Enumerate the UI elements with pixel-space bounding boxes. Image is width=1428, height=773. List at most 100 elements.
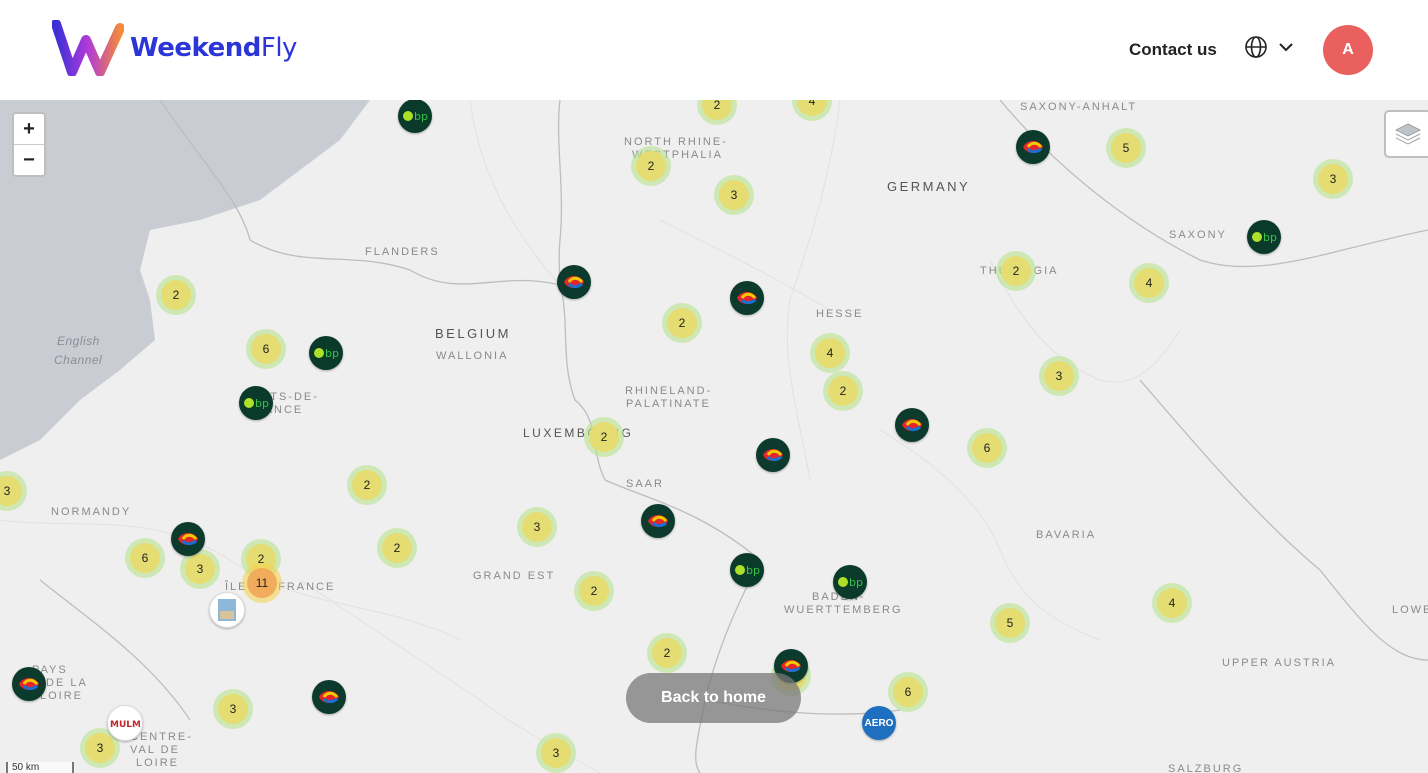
place-label: UPPER AUSTRIA bbox=[1222, 657, 1337, 669]
marker-cluster[interactable]: 2 bbox=[662, 303, 702, 343]
airport-photo-icon bbox=[218, 599, 236, 621]
svg-text:bp: bp bbox=[849, 576, 863, 589]
place-label: English bbox=[57, 334, 100, 348]
totalenergies-station-marker[interactable] bbox=[895, 408, 929, 442]
marker-cluster[interactable]: 4 bbox=[1152, 583, 1192, 623]
place-label: LOIRE bbox=[136, 757, 180, 769]
marker-cluster[interactable]: 6 bbox=[967, 428, 1007, 468]
place-label: NORMANDY bbox=[51, 506, 132, 518]
place-label: SALZBURG bbox=[1168, 763, 1244, 773]
bp-station-marker[interactable]: bp bbox=[239, 386, 273, 420]
place-label: SAAR bbox=[626, 478, 664, 490]
svg-text:bp: bp bbox=[414, 110, 428, 123]
place-label: GRAND EST bbox=[473, 570, 556, 582]
marker-cluster[interactable]: 2 bbox=[574, 571, 614, 611]
place-label: PALATINATE bbox=[626, 398, 711, 410]
marker-cluster[interactable]: 2 bbox=[347, 465, 387, 505]
bp-logo-icon: bp bbox=[244, 397, 269, 410]
language-selector[interactable] bbox=[1244, 35, 1294, 59]
place-label: GERMANY bbox=[887, 179, 971, 194]
bp-station-marker[interactable]: bp bbox=[1247, 220, 1281, 254]
marker-cluster-large[interactable]: 11 bbox=[242, 563, 282, 603]
marker-cluster[interactable]: 2 bbox=[156, 275, 196, 315]
totalenergies-station-marker[interactable] bbox=[12, 667, 46, 701]
svg-text:bp: bp bbox=[746, 564, 760, 577]
marker-cluster[interactable]: 4 bbox=[810, 333, 850, 373]
marker-cluster[interactable]: 5 bbox=[990, 603, 1030, 643]
bp-station-marker[interactable]: bp bbox=[730, 553, 764, 587]
place-label: DE LA bbox=[46, 677, 88, 689]
svg-text:bp: bp bbox=[325, 347, 339, 360]
chevron-down-icon bbox=[1279, 43, 1293, 52]
svg-text:bp: bp bbox=[255, 397, 269, 410]
globe-icon bbox=[1245, 36, 1267, 58]
zoom-control: + − bbox=[12, 112, 46, 177]
totalenergies-station-marker[interactable] bbox=[557, 265, 591, 299]
back-to-home-button[interactable]: Back to home bbox=[626, 673, 801, 723]
marker-cluster[interactable]: 6 bbox=[246, 329, 286, 369]
layers-control-button[interactable] bbox=[1384, 110, 1428, 158]
aero-marker[interactable]: AERO bbox=[862, 706, 896, 740]
totalenergies-station-marker[interactable] bbox=[171, 522, 205, 556]
totalenergies-logo-icon bbox=[564, 276, 584, 289]
contact-us-link[interactable]: Contact us bbox=[1129, 40, 1217, 60]
totalenergies-logo-icon bbox=[178, 533, 198, 546]
place-label: LOWE bbox=[1392, 604, 1428, 616]
place-label: BELGIUM bbox=[435, 326, 512, 341]
zoom-out-button[interactable]: − bbox=[14, 145, 44, 175]
place-label: WUERTTEMBERG bbox=[784, 604, 903, 616]
mulm-logo-icon: MULM bbox=[110, 720, 140, 730]
totalenergies-station-marker[interactable] bbox=[756, 438, 790, 472]
place-label: SAXONY bbox=[1169, 229, 1227, 241]
marker-cluster[interactable]: 6 bbox=[888, 672, 928, 712]
marker-cluster[interactable]: 2 bbox=[647, 633, 687, 673]
user-avatar[interactable]: A bbox=[1323, 25, 1373, 75]
zoom-in-button[interactable]: + bbox=[14, 114, 44, 145]
totalenergies-logo-icon bbox=[648, 515, 668, 528]
marker-cluster[interactable]: 3 bbox=[517, 507, 557, 547]
logo-text: WeekendFly bbox=[130, 33, 297, 63]
place-label: Channel bbox=[54, 353, 103, 367]
marker-cluster[interactable]: 3 bbox=[536, 733, 576, 773]
totalenergies-station-marker[interactable] bbox=[730, 281, 764, 315]
marker-cluster[interactable]: 2 bbox=[377, 528, 417, 568]
totalenergies-logo-icon bbox=[1023, 141, 1043, 154]
marker-cluster[interactable]: 2 bbox=[823, 371, 863, 411]
svg-text:bp: bp bbox=[1263, 231, 1277, 244]
totalenergies-logo-icon bbox=[763, 449, 783, 462]
place-label: FLANDERS bbox=[365, 246, 440, 258]
bp-station-marker[interactable]: bp bbox=[398, 100, 432, 133]
marker-cluster[interactable]: 6 bbox=[125, 538, 165, 578]
bp-station-marker[interactable]: bp bbox=[309, 336, 343, 370]
top-navbar: WeekendFly Contact us A bbox=[0, 0, 1428, 100]
bp-logo-icon: bp bbox=[314, 347, 339, 360]
marker-cluster[interactable]: 5 bbox=[1106, 128, 1146, 168]
place-label: VAL DE bbox=[130, 744, 180, 756]
aero-logo-icon: AERO bbox=[864, 717, 894, 729]
place-label: SAXONY-ANHALT bbox=[1020, 101, 1138, 113]
place-label: WALLONIA bbox=[436, 350, 509, 362]
totalenergies-station-marker[interactable] bbox=[1016, 130, 1050, 164]
svg-text:MULM: MULM bbox=[110, 720, 140, 730]
marker-cluster[interactable]: 3 bbox=[1039, 356, 1079, 396]
marker-cluster[interactable]: 3 bbox=[714, 175, 754, 215]
mulm-marker[interactable]: MULM bbox=[107, 705, 143, 741]
layers-icon bbox=[1394, 123, 1422, 145]
weekendfly-logo[interactable]: WeekendFly bbox=[52, 20, 297, 76]
marker-cluster[interactable]: 3 bbox=[1313, 159, 1353, 199]
bp-logo-icon: bp bbox=[403, 110, 428, 123]
airport-photo-marker[interactable] bbox=[209, 592, 245, 628]
marker-cluster[interactable]: 2 bbox=[631, 146, 671, 186]
totalenergies-logo-icon bbox=[737, 292, 757, 305]
map-view[interactable]: SAXONY-ANHALT NORTH RHINE- WESTPHALIA GE… bbox=[0, 100, 1428, 773]
marker-cluster[interactable]: 2 bbox=[584, 417, 624, 457]
marker-cluster[interactable]: 3 bbox=[213, 689, 253, 729]
totalenergies-station-marker[interactable] bbox=[312, 680, 346, 714]
bp-logo-icon: bp bbox=[735, 564, 760, 577]
marker-cluster[interactable]: 4 bbox=[1129, 263, 1169, 303]
totalenergies-station-marker[interactable] bbox=[641, 504, 675, 538]
bp-station-marker[interactable]: bp bbox=[833, 565, 867, 599]
logo-mark-icon bbox=[52, 20, 124, 76]
place-label: NORTH RHINE- bbox=[624, 136, 728, 148]
marker-cluster[interactable]: 2 bbox=[996, 251, 1036, 291]
